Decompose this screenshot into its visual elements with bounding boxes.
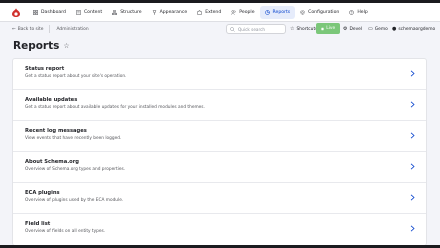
chevron-right-icon (410, 132, 415, 139)
toolbar-item-structure[interactable]: Structure (107, 6, 146, 19)
back-to-site-label: Back to site (17, 26, 44, 32)
extend-icon (197, 9, 202, 15)
toolbar-item-label: People (239, 9, 255, 15)
people-icon (231, 9, 236, 15)
report-title[interactable]: Field list (25, 221, 50, 227)
live-label: Live (326, 26, 336, 31)
report-description: Overview of Schema.org types and propert… (25, 167, 126, 172)
report-item-status-report[interactable]: Status report Get a status report about … (13, 59, 426, 90)
report-title[interactable]: About Schema.org (25, 159, 79, 165)
toolbar-item-label: Reports (272, 9, 291, 15)
gemo-button[interactable]: ▭ Gemo (368, 24, 388, 34)
administration-link[interactable]: Administration (56, 27, 88, 32)
user-icon: ● (392, 26, 397, 32)
report-description: Overview of fields on all entity types. (25, 229, 106, 234)
report-description: View events that have recently been logg… (25, 136, 122, 141)
search-icon (230, 26, 235, 32)
reports-icon (264, 9, 270, 15)
help-icon (349, 9, 355, 15)
search-placeholder: Quick search (238, 26, 266, 32)
toolbar-item-help[interactable]: Help (344, 6, 372, 19)
toolbar-item-label: Dashboard (41, 9, 66, 15)
toolbar-item-label: Help (357, 9, 368, 15)
drupal-logo-icon[interactable] (12, 7, 20, 17)
dashboard-icon (33, 9, 38, 15)
toolbar-item-configuration[interactable]: Configuration (295, 6, 344, 19)
star-icon[interactable]: ☆ (63, 42, 69, 50)
structure-icon (112, 9, 118, 15)
chevron-right-icon (410, 225, 415, 232)
report-item-field-list[interactable]: Field list Overview of fields on all ent… (13, 214, 426, 245)
toolbar-item-appearance[interactable]: Appearance (147, 6, 193, 19)
secondary-toolbar: ← Back to site Administration Quick sear… (0, 22, 440, 36)
shortcuts-button[interactable]: ☆ Shortcuts (290, 24, 317, 34)
quick-search-input[interactable]: Quick search (226, 24, 286, 34)
gemo-label: Gemo (374, 26, 388, 32)
gemo-icon: ▭ (368, 26, 373, 32)
report-title[interactable]: Recent log messages (25, 128, 87, 134)
chevron-right-icon (410, 194, 415, 201)
page-title-text: Reports (13, 40, 60, 52)
reports-list: Status report Get a status report about … (12, 58, 427, 246)
toolbar-item-dashboard[interactable]: Dashboard (28, 6, 71, 19)
report-title[interactable]: Status report (25, 66, 64, 72)
chevron-right-icon (410, 70, 415, 77)
toolbar-item-people[interactable]: People (226, 6, 259, 19)
chevron-right-icon (410, 101, 415, 108)
report-item-eca-plugins[interactable]: ECA plugins Overview of plugins used by … (13, 183, 426, 214)
toolbar-item-reports[interactable]: Reports (259, 5, 296, 19)
report-item-about-schema-org[interactable]: About Schema.org Overview of Schema.org … (13, 152, 426, 183)
star-icon: ☆ (290, 26, 295, 32)
toolbar-item-label: Extend (205, 9, 222, 15)
back-to-site-link[interactable]: ← Back to site (12, 27, 43, 32)
report-item-recent-log-messages[interactable]: Recent log messages View events that hav… (13, 121, 426, 152)
user-menu[interactable]: ● schemaorgdemo (392, 24, 435, 34)
report-title[interactable]: ECA plugins (25, 190, 60, 196)
report-item-available-updates[interactable]: Available updates Get a status report ab… (13, 90, 426, 121)
live-icon: ◉ (320, 26, 325, 31)
appearance-icon (152, 9, 157, 15)
admin-toolbar: Dashboard Content Structure Appearance E… (0, 3, 440, 22)
toolbar-item-content[interactable]: Content (71, 6, 107, 19)
report-description: Get a status report about available upda… (25, 105, 205, 110)
report-description: Get a status report about your site's op… (25, 74, 127, 79)
divider (49, 25, 51, 33)
gear-icon (300, 9, 305, 15)
toolbar-item-extend[interactable]: Extend (192, 6, 226, 19)
toolbar-item-label: Structure (120, 9, 142, 15)
report-title[interactable]: Available updates (25, 97, 77, 103)
devel-label: Devel (349, 26, 363, 32)
page-title: Reports ☆ (13, 40, 70, 52)
devel-button[interactable]: ⚙ Devel (343, 24, 362, 34)
devel-icon: ⚙ (343, 26, 348, 32)
user-name: schemaorgdemo (398, 26, 436, 32)
shortcuts-label: Shortcuts (296, 26, 318, 32)
content-icon (76, 9, 81, 15)
toolbar-item-label: Configuration (308, 9, 340, 15)
live-button[interactable]: ◉ Live (316, 23, 340, 34)
report-description: Overview of plugins used by the ECA modu… (25, 198, 124, 203)
toolbar-item-label: Content (83, 9, 103, 15)
toolbar-item-label: Appearance (159, 9, 188, 15)
arrow-left-icon: ← (12, 26, 16, 32)
chevron-right-icon (410, 163, 415, 170)
